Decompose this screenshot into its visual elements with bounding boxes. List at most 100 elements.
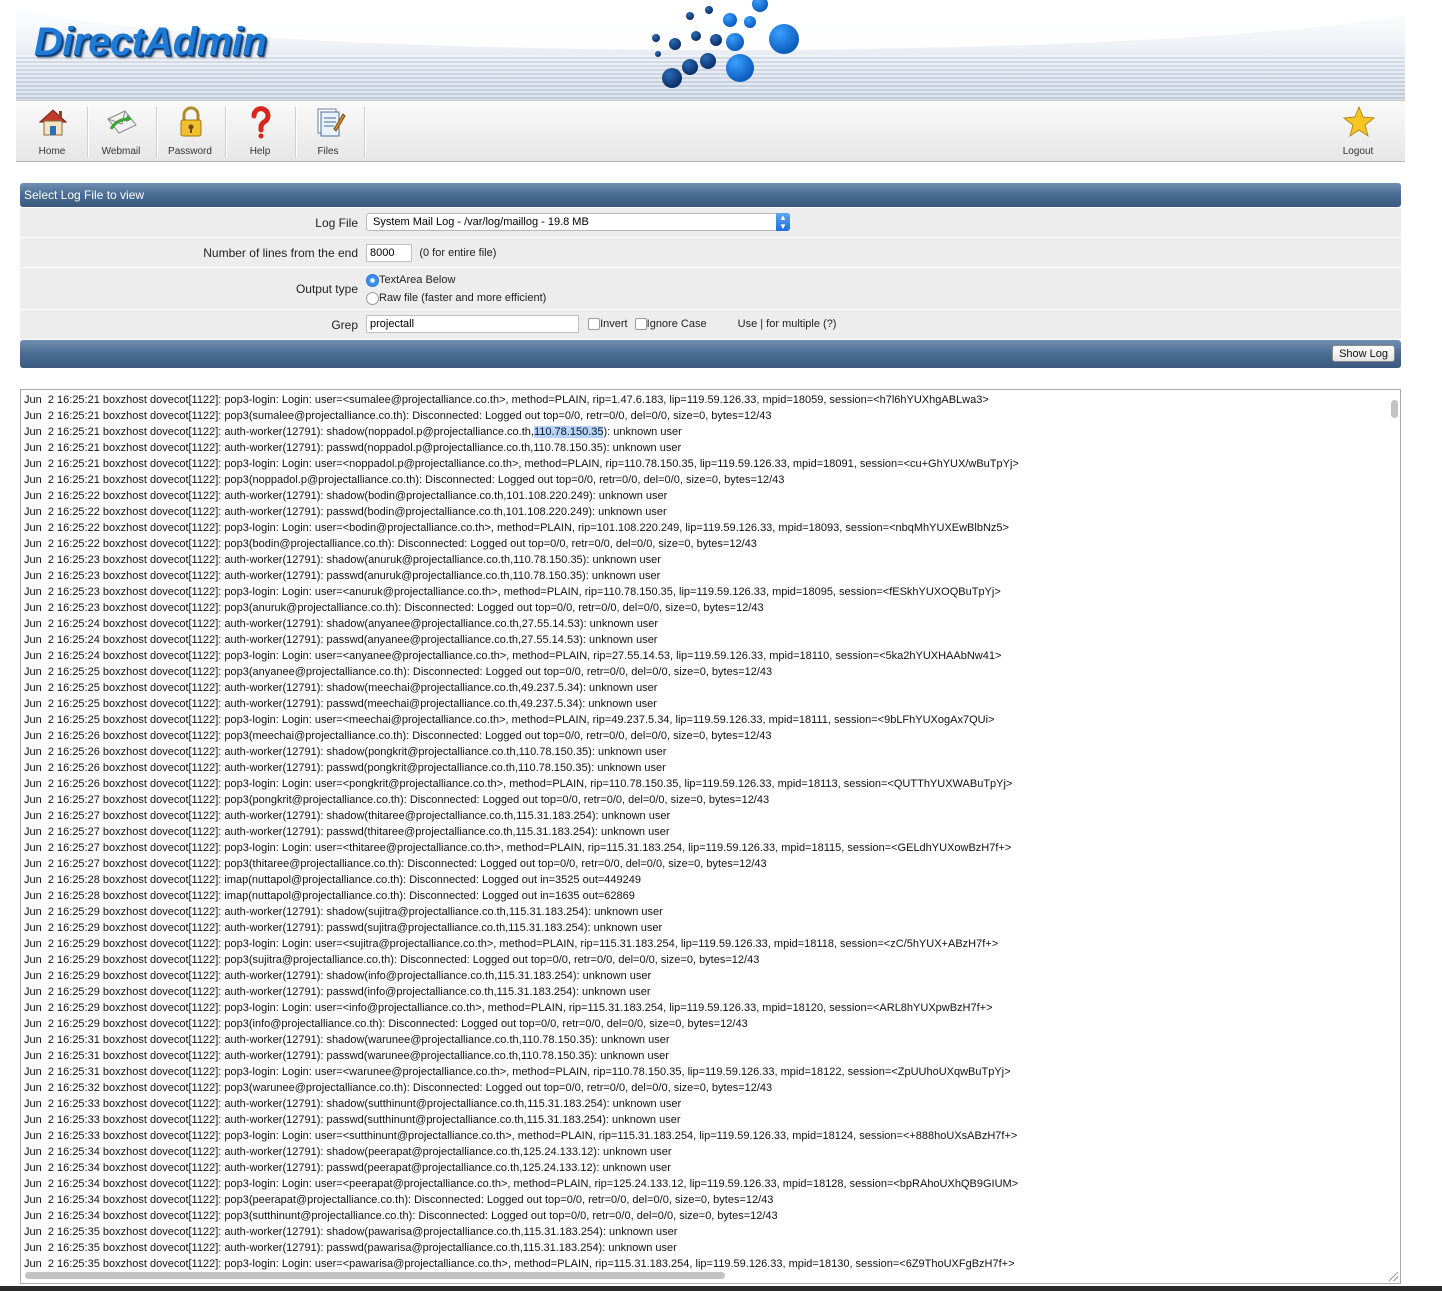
log-line: Jun 2 16:25:33 boxzhost dovecot[1122]: a… <box>24 1098 682 1110</box>
log-line: Jun 2 16:25:23 boxzhost dovecot[1122]: p… <box>24 586 1001 598</box>
log-line: Jun 2 16:25:25 boxzhost dovecot[1122]: p… <box>24 666 773 678</box>
output-option-raw-label: Raw file (faster and more efficient) <box>379 292 547 304</box>
log-line: Jun 2 16:25:28 boxzhost dovecot[1122]: i… <box>24 890 635 902</box>
log-line: Jun 2 16:25:29 boxzhost dovecot[1122]: p… <box>24 1018 748 1030</box>
log-line: Jun 2 16:25:29 boxzhost dovecot[1122]: a… <box>24 986 651 998</box>
log-file-select[interactable]: System Mail Log - /var/log/maillog - 19.… <box>366 213 790 231</box>
nav-webmail[interactable]: Webmail <box>87 101 155 161</box>
row-log-file: Log File System Mail Log - /var/log/mail… <box>20 208 1401 238</box>
log-line: Jun 2 16:25:21 boxzhost dovecot[1122]: p… <box>24 394 989 406</box>
home-icon <box>38 109 68 136</box>
window-bottom-edge <box>0 1286 1442 1291</box>
log-lines: Jun 2 16:25:21 boxzhost dovecot[1122]: p… <box>24 392 1384 1272</box>
log-line: Jun 2 16:25:21 boxzhost dovecot[1122]: a… <box>24 426 682 438</box>
log-line: Jun 2 16:25:33 boxzhost dovecot[1122]: p… <box>24 1130 1018 1142</box>
logo[interactable]: DirectAdmin <box>34 20 267 65</box>
chevron-updown-icon: ▲ ▼ <box>776 213 790 231</box>
log-line: Jun 2 16:25:29 boxzhost dovecot[1122]: a… <box>24 906 663 918</box>
vertical-scrollbar[interactable] <box>1391 400 1398 418</box>
log-line: Jun 2 16:25:35 boxzhost dovecot[1122]: p… <box>24 1258 1015 1270</box>
log-line: Jun 2 16:25:29 boxzhost dovecot[1122]: p… <box>24 954 760 966</box>
log-line: Jun 2 16:25:21 boxzhost dovecot[1122]: p… <box>24 474 785 486</box>
nav-help[interactable]: Help <box>226 101 294 161</box>
resize-grip-icon[interactable] <box>1389 1272 1398 1281</box>
log-line: Jun 2 16:25:31 boxzhost dovecot[1122]: a… <box>24 1050 669 1062</box>
log-line: Jun 2 16:25:31 boxzhost dovecot[1122]: p… <box>24 1066 1011 1078</box>
log-line: Jun 2 16:25:28 boxzhost dovecot[1122]: i… <box>24 874 642 886</box>
log-line: Jun 2 16:25:23 boxzhost dovecot[1122]: p… <box>24 602 764 614</box>
log-line: Jun 2 16:25:27 boxzhost dovecot[1122]: p… <box>24 794 770 806</box>
log-line: Jun 2 16:25:24 boxzhost dovecot[1122]: a… <box>24 618 659 630</box>
log-line: Jun 2 16:25:35 boxzhost dovecot[1122]: a… <box>24 1226 678 1238</box>
nav-toolbar: Home Webmail Password Help Files Logout <box>16 100 1405 162</box>
output-option-textarea-label: TextArea Below <box>379 274 456 286</box>
log-line: Jun 2 16:25:34 boxzhost dovecot[1122]: p… <box>24 1210 778 1222</box>
lock-icon <box>180 106 202 137</box>
log-line: Jun 2 16:25:22 boxzhost dovecot[1122]: p… <box>24 522 1009 534</box>
log-line: Jun 2 16:25:29 boxzhost dovecot[1122]: p… <box>24 938 999 950</box>
log-line: Jun 2 16:25:35 boxzhost dovecot[1122]: a… <box>24 1242 677 1254</box>
lines-hint: (0 for entire file) <box>419 247 497 259</box>
grep-label: Grep <box>331 318 358 332</box>
radio-raw[interactable] <box>366 291 379 305</box>
log-line: Jun 2 16:25:26 boxzhost dovecot[1122]: a… <box>24 762 666 774</box>
nav-help-label: Help <box>249 146 271 157</box>
nav-password[interactable]: Password <box>156 101 224 161</box>
log-line: Jun 2 16:25:26 boxzhost dovecot[1122]: p… <box>24 730 772 742</box>
ignore-case-checkbox[interactable] <box>634 318 647 331</box>
output-option-textarea[interactable]: TextArea Below <box>366 271 546 289</box>
radio-textarea[interactable] <box>366 273 379 287</box>
log-textarea[interactable]: Jun 2 16:25:21 boxzhost dovecot[1122]: p… <box>20 389 1401 1284</box>
nav-password-label: Password <box>168 146 212 157</box>
nav-separator <box>364 107 365 157</box>
ignore-case-label: Ignore Case <box>646 318 707 330</box>
nav-home-label: Home <box>38 146 66 157</box>
row-grep: Grep Invert Ignore Case Use | for multip… <box>20 310 1401 340</box>
log-line: Jun 2 16:25:27 boxzhost dovecot[1122]: a… <box>24 810 671 822</box>
help-icon <box>251 106 271 139</box>
log-line: Jun 2 16:25:26 boxzhost dovecot[1122]: a… <box>24 746 667 758</box>
log-line: Jun 2 16:25:21 boxzhost dovecot[1122]: p… <box>24 458 1019 470</box>
log-line: Jun 2 16:25:34 boxzhost dovecot[1122]: a… <box>24 1162 671 1174</box>
log-line: Jun 2 16:25:22 boxzhost dovecot[1122]: a… <box>24 490 668 502</box>
log-line: Jun 2 16:25:24 boxzhost dovecot[1122]: p… <box>24 650 1002 662</box>
page-frame: DirectAdmin Home Webmail Password Help F… <box>16 0 1405 1291</box>
log-line: Jun 2 16:25:22 boxzhost dovecot[1122]: p… <box>24 538 757 550</box>
log-line: Jun 2 16:25:25 boxzhost dovecot[1122]: a… <box>24 682 658 694</box>
log-line: Jun 2 16:25:34 boxzhost dovecot[1122]: p… <box>24 1194 774 1206</box>
lines-label: Number of lines from the end <box>203 246 358 260</box>
logo-bubbles-icon <box>652 0 799 88</box>
log-line: Jun 2 16:25:29 boxzhost dovecot[1122]: a… <box>24 970 652 982</box>
log-file-select-wrap: System Mail Log - /var/log/maillog - 19.… <box>366 213 790 231</box>
webmail-icon <box>107 110 137 134</box>
log-line: Jun 2 16:25:27 boxzhost dovecot[1122]: p… <box>24 842 1012 854</box>
log-line: Jun 2 16:25:31 boxzhost dovecot[1122]: a… <box>24 1034 670 1046</box>
log-line: Jun 2 16:25:25 boxzhost dovecot[1122]: a… <box>24 698 657 710</box>
lines-input[interactable] <box>366 244 412 262</box>
grep-hint: Use | for multiple (?) <box>737 318 837 330</box>
log-line: Jun 2 16:25:23 boxzhost dovecot[1122]: a… <box>24 570 661 582</box>
selected-text: 110.78.150.35 <box>533 426 604 438</box>
grep-input[interactable] <box>366 315 579 333</box>
panel-title: Select Log File to view <box>20 183 1401 207</box>
log-line: Jun 2 16:25:29 boxzhost dovecot[1122]: p… <box>24 1002 993 1014</box>
log-line: Jun 2 16:25:21 boxzhost dovecot[1122]: p… <box>24 410 772 422</box>
horizontal-scrollbar[interactable] <box>25 1272 725 1279</box>
log-line: Jun 2 16:25:22 boxzhost dovecot[1122]: a… <box>24 506 667 518</box>
log-file-label: Log File <box>315 216 358 230</box>
files-icon <box>317 108 346 137</box>
star-icon <box>1342 105 1376 138</box>
log-line: Jun 2 16:25:26 boxzhost dovecot[1122]: p… <box>24 778 1013 790</box>
log-line: Jun 2 16:25:21 boxzhost dovecot[1122]: a… <box>24 442 682 454</box>
nav-webmail-label: Webmail <box>101 146 141 157</box>
output-option-raw[interactable]: Raw file (faster and more efficient) <box>366 289 546 307</box>
nav-logout[interactable]: Logout <box>1324 101 1392 161</box>
show-log-button[interactable]: Show Log <box>1332 345 1395 362</box>
log-line: Jun 2 16:25:34 boxzhost dovecot[1122]: a… <box>24 1146 672 1158</box>
invert-checkbox[interactable] <box>588 318 601 331</box>
nav-home[interactable]: Home <box>18 101 86 161</box>
invert-label: Invert <box>600 318 628 330</box>
nav-files[interactable]: Files <box>294 101 362 161</box>
log-line: Jun 2 16:25:23 boxzhost dovecot[1122]: a… <box>24 554 661 566</box>
log-line: Jun 2 16:25:24 boxzhost dovecot[1122]: a… <box>24 634 658 646</box>
